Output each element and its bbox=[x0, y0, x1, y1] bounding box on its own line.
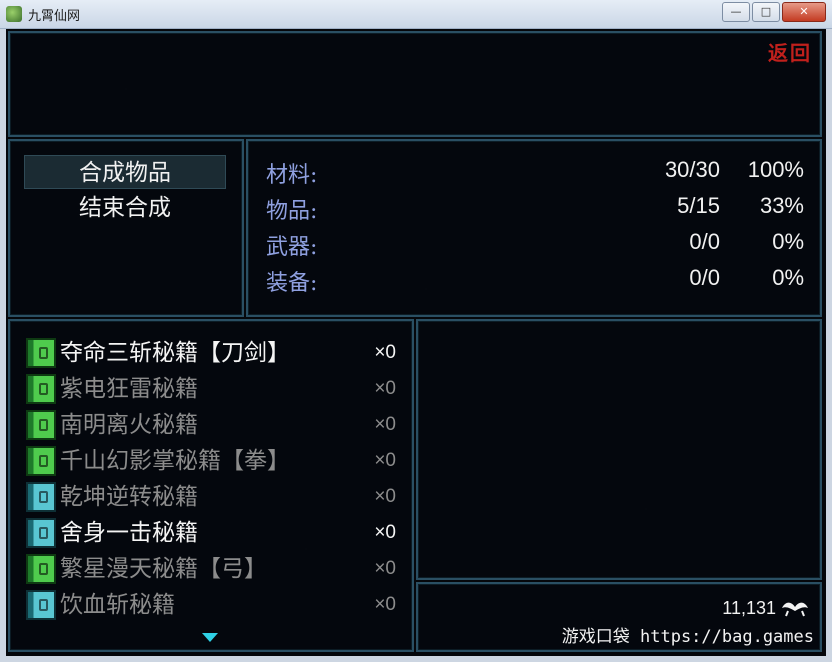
recipe-list-item[interactable]: 千山幻影掌秘籍【拳】 ×0 bbox=[26, 443, 396, 479]
recipe-name: 乾坤逆转秘籍 bbox=[60, 484, 198, 510]
recipe-quantity: ×0 bbox=[374, 414, 396, 435]
window-controls: — □ ✕ bbox=[722, 2, 826, 22]
recipe-quantity: ×0 bbox=[374, 450, 396, 471]
game-screen: 返回 合成物品 结束合成 材料: 30/30 100% 物品: 5/15 33% 武器: 0/0… bbox=[6, 29, 826, 656]
item-detail-panel bbox=[416, 319, 822, 580]
recipe-name: 南明离火秘籍 bbox=[60, 412, 198, 438]
green-book-icon bbox=[26, 410, 56, 440]
recipe-quantity: ×0 bbox=[374, 342, 396, 363]
stat-percent: 100% bbox=[747, 157, 804, 182]
recipe-quantity: ×0 bbox=[374, 522, 396, 543]
recipe-list-item[interactable]: 紫电狂雷秘籍 ×0 bbox=[26, 371, 396, 407]
menu-item-end-synthesis[interactable]: 结束合成 bbox=[24, 191, 226, 225]
help-panel: 返回 bbox=[8, 31, 822, 137]
recipe-list-item[interactable]: 夺命三斩秘籍【刀剑】 ×0 bbox=[26, 335, 396, 371]
cyan-book-icon bbox=[26, 482, 56, 512]
command-menu-panel: 合成物品 结束合成 bbox=[8, 139, 244, 317]
mustache-currency-icon bbox=[782, 602, 808, 617]
window-title: 九霄仙网 bbox=[28, 9, 81, 24]
window-titlebar: 九霄仙网 — □ ✕ bbox=[0, 0, 832, 29]
stat-count: 30/30 bbox=[664, 157, 720, 182]
stat-label: 材料: bbox=[266, 163, 318, 188]
green-book-icon bbox=[26, 374, 56, 404]
recipe-quantity: ×0 bbox=[374, 594, 396, 615]
scroll-down-arrow-icon[interactable] bbox=[202, 633, 218, 642]
gold-panel: 11,131 游戏口袋 https://bag.games bbox=[416, 582, 822, 652]
recipe-name: 舍身一击秘籍 bbox=[60, 520, 198, 546]
maximize-button[interactable]: □ bbox=[752, 2, 780, 22]
stat-percent: 0% bbox=[772, 265, 804, 290]
gold-amount: 11,131 bbox=[722, 598, 776, 618]
green-book-icon bbox=[26, 446, 56, 476]
stats-panel: 材料: 30/30 100% 物品: 5/15 33% 武器: 0/0 0% 装备: 0/0 0% bbox=[246, 139, 822, 317]
recipe-list-panel: 夺命三斩秘籍【刀剑】 ×0 紫电狂雷秘籍 ×0 南明离火秘籍 ×0 千山幻影掌秘籍【拳】 ×0… bbox=[8, 319, 414, 652]
recipe-quantity: ×0 bbox=[374, 486, 396, 507]
recipe-list-item[interactable]: 饮血斩秘籍 ×0 bbox=[26, 587, 396, 623]
watermark-text: 游戏口袋 https://bag.games bbox=[561, 627, 814, 647]
cyan-book-icon bbox=[26, 590, 56, 620]
recipe-name: 繁星漫天秘籍【弓】 bbox=[60, 556, 267, 582]
app-icon bbox=[6, 6, 22, 22]
stat-label: 物品: bbox=[266, 199, 318, 224]
recipe-name: 夺命三斩秘籍【刀剑】 bbox=[60, 340, 290, 366]
recipe-name: 紫电狂雷秘籍 bbox=[60, 376, 198, 402]
recipe-name: 千山幻影掌秘籍【拳】 bbox=[60, 448, 290, 474]
stat-count: 5/15 bbox=[677, 193, 720, 218]
recipe-list-item[interactable]: 乾坤逆转秘籍 ×0 bbox=[26, 479, 396, 515]
stat-label: 装备: bbox=[266, 271, 318, 296]
recipe-quantity: ×0 bbox=[374, 558, 396, 579]
stat-percent: 0% bbox=[772, 229, 804, 254]
green-book-icon bbox=[26, 338, 56, 368]
close-button[interactable]: ✕ bbox=[782, 2, 826, 22]
stat-percent: 33% bbox=[759, 193, 804, 218]
green-book-icon bbox=[26, 554, 56, 584]
cyan-book-icon bbox=[26, 518, 56, 548]
menu-item-synthesize[interactable]: 合成物品 bbox=[24, 155, 226, 189]
minimize-button[interactable]: — bbox=[722, 2, 750, 22]
recipe-quantity: ×0 bbox=[374, 378, 396, 399]
stat-count: 0/0 bbox=[689, 265, 720, 290]
recipe-list-item[interactable]: 南明离火秘籍 ×0 bbox=[26, 407, 396, 443]
recipe-name: 饮血斩秘籍 bbox=[60, 592, 175, 618]
stat-count: 0/0 bbox=[689, 229, 720, 254]
stat-label: 武器: bbox=[266, 235, 318, 260]
recipe-list-item[interactable]: 繁星漫天秘籍【弓】 ×0 bbox=[26, 551, 396, 587]
recipe-list-item[interactable]: 舍身一击秘籍 ×0 bbox=[26, 515, 396, 551]
return-button[interactable]: 返回 bbox=[768, 37, 812, 66]
